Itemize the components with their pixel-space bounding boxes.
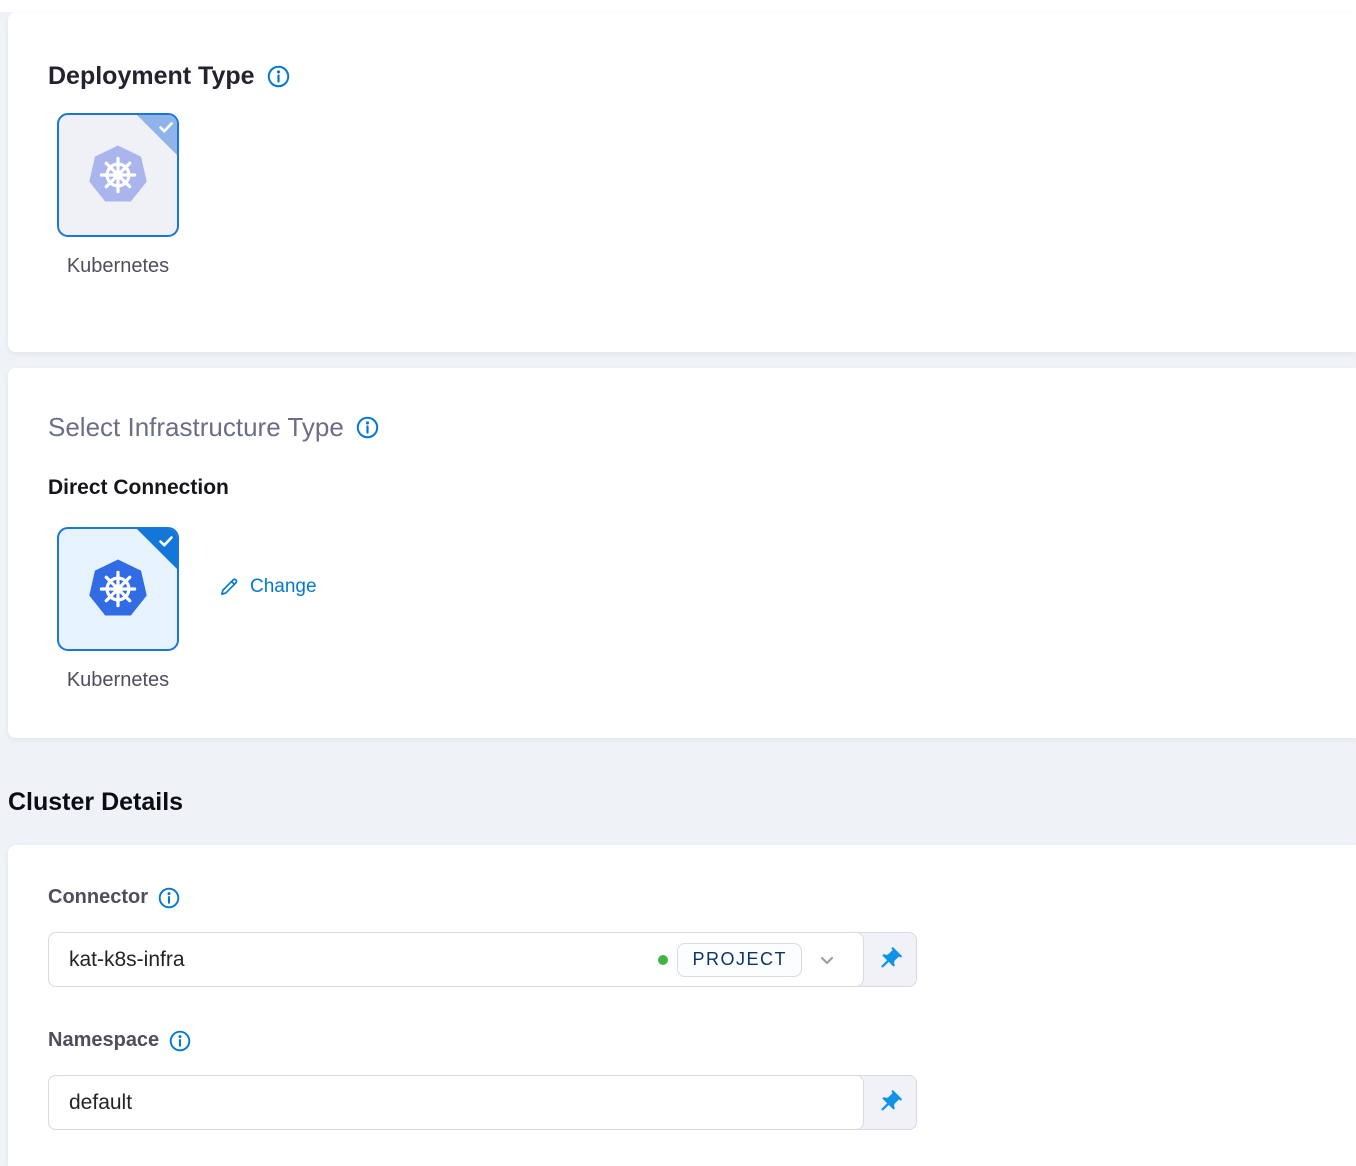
connector-pin-button[interactable]	[863, 933, 916, 986]
direct-connection-label: Direct Connection	[48, 476, 229, 500]
scope-badge: PROJECT	[677, 943, 802, 977]
connector-label-row: Connector	[48, 886, 180, 909]
deployment-setup-page: Deployment Type Kubernetes Select Infras…	[0, 0, 1356, 1166]
namespace-input-group: default	[48, 1075, 917, 1130]
edit-pencil-icon	[218, 576, 240, 598]
deployment-type-kubernetes-tile[interactable]	[57, 113, 179, 237]
deployment-type-tile-label: Kubernetes	[18, 255, 218, 278]
chevron-down-icon[interactable]	[815, 948, 839, 972]
deployment-type-title-text: Deployment Type	[48, 62, 255, 91]
info-icon[interactable]	[267, 65, 290, 88]
deployment-type-title: Deployment Type	[48, 62, 290, 91]
checkmark-icon	[157, 532, 175, 550]
namespace-label: Namespace	[48, 1029, 159, 1052]
infrastructure-title-text: Select Infrastructure Type	[48, 412, 344, 443]
connector-input-group: kat-k8s-infra PROJECT	[48, 932, 917, 987]
infrastructure-kubernetes-tile[interactable]	[57, 527, 179, 651]
info-icon[interactable]	[356, 416, 379, 439]
deployment-type-card: Deployment Type	[8, 12, 1356, 352]
checkmark-icon	[157, 118, 175, 136]
namespace-label-row: Namespace	[48, 1029, 191, 1052]
change-infrastructure-button[interactable]: Change	[218, 576, 317, 598]
connector-select-field[interactable]: kat-k8s-infra PROJECT	[48, 932, 864, 987]
infrastructure-title: Select Infrastructure Type	[48, 412, 379, 443]
top-divider	[0, 0, 1356, 12]
infrastructure-tile-label: Kubernetes	[18, 669, 218, 692]
namespace-value: default	[69, 1091, 839, 1115]
pin-icon	[876, 946, 903, 973]
namespace-pin-button[interactable]	[863, 1076, 916, 1129]
kubernetes-logo-icon	[85, 557, 151, 621]
cluster-details-heading: Cluster Details	[8, 788, 183, 817]
connector-label: Connector	[48, 886, 148, 909]
kubernetes-logo-icon	[85, 143, 151, 207]
connector-status-dot	[658, 955, 668, 965]
namespace-input-field[interactable]: default	[48, 1075, 864, 1130]
connector-value: kat-k8s-infra	[69, 948, 658, 972]
change-label: Change	[250, 576, 317, 598]
pin-icon	[876, 1089, 903, 1116]
info-icon[interactable]	[158, 887, 180, 909]
info-icon[interactable]	[169, 1030, 191, 1052]
